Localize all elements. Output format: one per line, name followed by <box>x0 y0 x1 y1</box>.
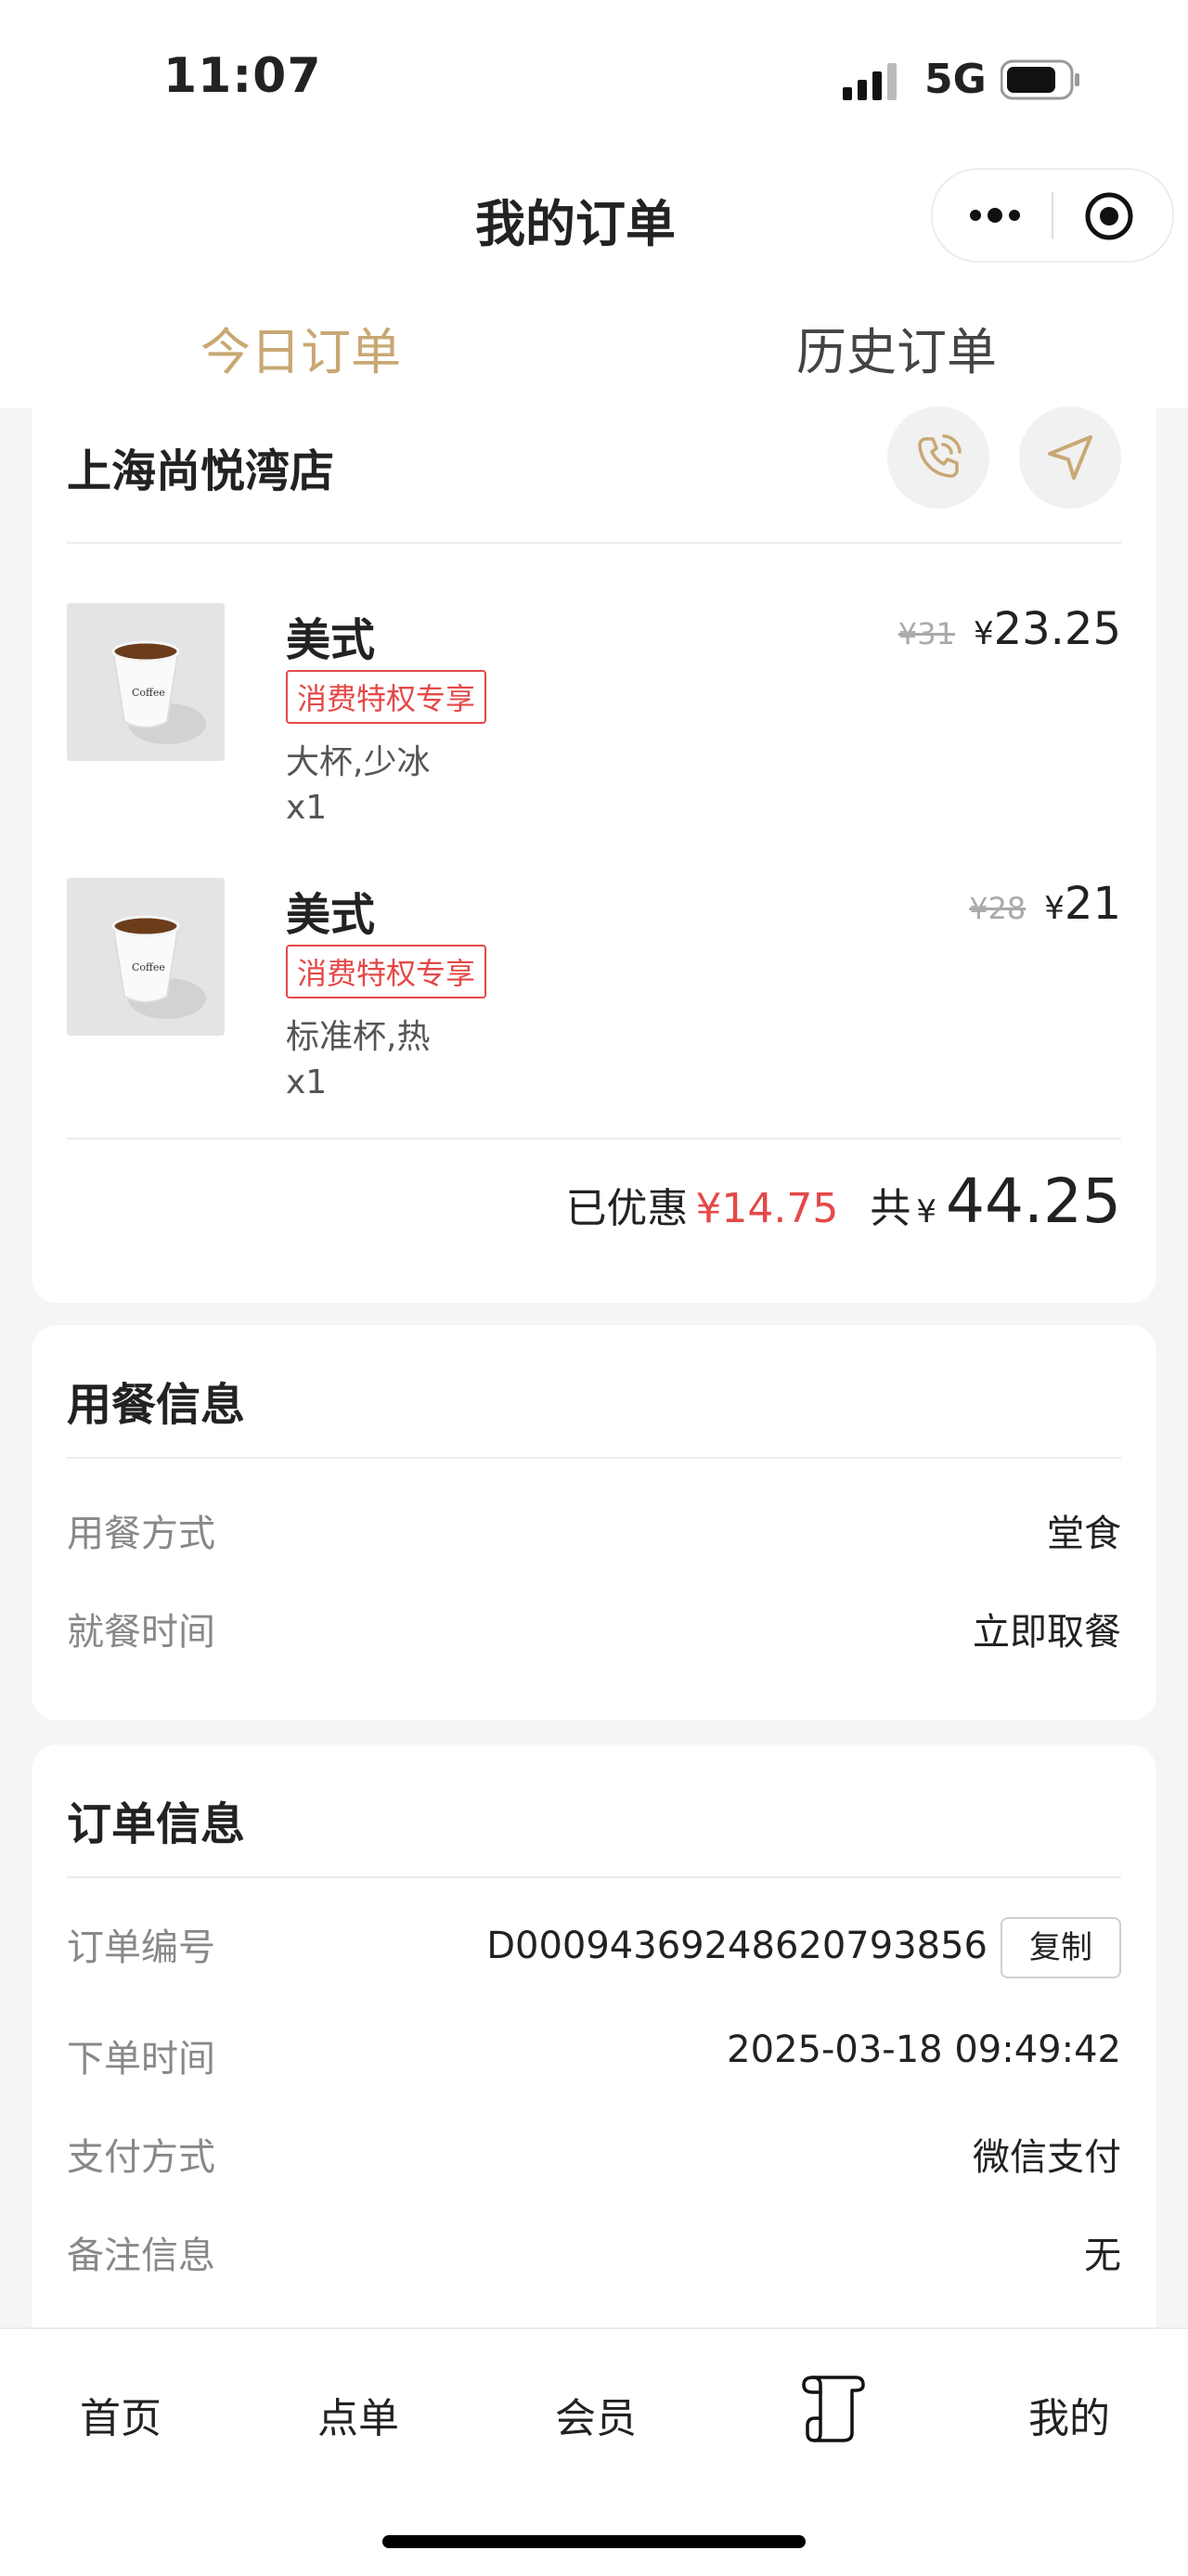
navigation-arrow-icon <box>1048 435 1092 480</box>
item-spec: 大杯,少冰 <box>286 743 431 781</box>
original-price: ¥28 <box>969 891 1027 926</box>
more-icon[interactable] <box>968 200 1022 231</box>
list-item: Coffee 美式 消费特权专享 标准杯,热 x1 ¥28 ¥21 <box>67 878 1121 1128</box>
order-info-title: 订单信息 <box>67 1798 246 1850</box>
coffee-cup-image: Coffee <box>67 603 225 761</box>
discount-value: ¥14.75 <box>695 1185 839 1232</box>
payment-method-value: 微信支付 <box>973 2136 1121 2179</box>
total-amount: 44.25 <box>946 1166 1121 1237</box>
svg-text:Coffee: Coffee <box>132 961 165 973</box>
dining-info-card: 用餐信息 用餐方式 堂食 就餐时间 立即取餐 <box>32 1325 1156 1720</box>
network-label: 5G <box>924 56 987 103</box>
order-number-label: 订单编号 <box>67 1926 215 1969</box>
item-quantity: x1 <box>286 1063 328 1101</box>
item-quantity: x1 <box>286 789 328 827</box>
discount-label: 已优惠 <box>565 1185 689 1232</box>
dining-time-label: 就餐时间 <box>67 1611 215 1654</box>
privilege-badge: 消费特权专享 <box>286 945 487 998</box>
nav-mine[interactable]: 我的 <box>1028 2385 1110 2444</box>
order-time-value: 2025-03-18 09:49:42 <box>727 2029 1121 2071</box>
list-item: Coffee 美式 消费特权专享 大杯,少冰 x1 ¥31 ¥23.25 <box>67 603 1121 854</box>
item-name: 美式 <box>286 614 376 666</box>
tab-today-orders[interactable]: 今日订单 <box>200 311 401 384</box>
copy-order-number-button[interactable]: 复制 <box>1001 1917 1121 1978</box>
navigate-store-button[interactable] <box>1019 406 1121 509</box>
item-price: 23.25 <box>993 603 1121 655</box>
total-label: 共 <box>870 1185 911 1232</box>
call-store-button[interactable] <box>887 406 989 509</box>
battery-icon <box>1001 59 1079 100</box>
order-info-card: 订单信息 订单编号 D00094369248620793856 复制 下单时间 … <box>32 1745 1156 2357</box>
nav-bar: 我的订单 <box>0 153 1188 274</box>
store-name: 上海尚悦湾店 <box>67 445 335 497</box>
dining-info-divider <box>67 1457 1121 1459</box>
nav-order[interactable]: 点单 <box>317 2385 399 2444</box>
remarks-value: 无 <box>1084 2235 1121 2277</box>
total-currency: ¥ <box>916 1193 937 1230</box>
order-tabs: 今日订单 历史订单 <box>0 274 1188 408</box>
order-info-divider <box>67 1876 1121 1878</box>
summary-divider <box>67 1138 1121 1140</box>
phone-icon <box>918 434 962 478</box>
tab-history-orders[interactable]: 历史订单 <box>796 311 997 384</box>
remarks-label: 备注信息 <box>67 2235 215 2277</box>
signal-icon <box>843 63 897 100</box>
capsule-divider <box>1052 192 1053 238</box>
order-summary: 已优惠 ¥14.75 共 ¥ 44.25 <box>565 1166 1121 1237</box>
dining-method-value: 堂食 <box>1047 1513 1121 1555</box>
order-items-card: 上海尚悦湾店 Coffee 美式 消费特权专享 大杯,少冰 x1 ¥31 ¥23… <box>32 390 1156 1303</box>
coffee-cup-image: Coffee <box>67 878 225 1036</box>
status-bar: 11:07 5G <box>0 0 1188 153</box>
dining-time-value: 立即取餐 <box>973 1611 1121 1654</box>
payment-method-label: 支付方式 <box>67 2136 215 2179</box>
item-name: 美式 <box>286 889 376 941</box>
order-time-label: 下单时间 <box>67 2038 215 2080</box>
nav-home[interactable]: 首页 <box>80 2385 161 2444</box>
close-target-icon[interactable] <box>1083 190 1135 242</box>
nav-member[interactable]: 会员 <box>555 2385 637 2444</box>
order-number-value: D00094369248620793856 <box>486 1925 988 1967</box>
item-price-group: ¥28 ¥21 <box>969 878 1121 930</box>
status-time: 11:07 <box>163 48 322 104</box>
original-price: ¥31 <box>897 616 955 651</box>
scroll-orders-icon[interactable] <box>794 2372 869 2446</box>
dining-info-title: 用餐信息 <box>67 1379 246 1431</box>
item-spec: 标准杯,热 <box>286 1018 431 1056</box>
item-price: 21 <box>1064 878 1121 930</box>
item-price-group: ¥31 ¥23.25 <box>898 603 1121 655</box>
svg-text:Coffee: Coffee <box>132 687 165 699</box>
privilege-badge: 消费特权专享 <box>286 670 487 724</box>
dining-method-label: 用餐方式 <box>67 1513 215 1555</box>
currency-symbol: ¥ <box>973 615 994 652</box>
home-indicator <box>382 2535 806 2548</box>
store-divider <box>67 542 1121 544</box>
mini-program-capsule <box>931 168 1174 263</box>
currency-symbol: ¥ <box>1044 890 1065 927</box>
